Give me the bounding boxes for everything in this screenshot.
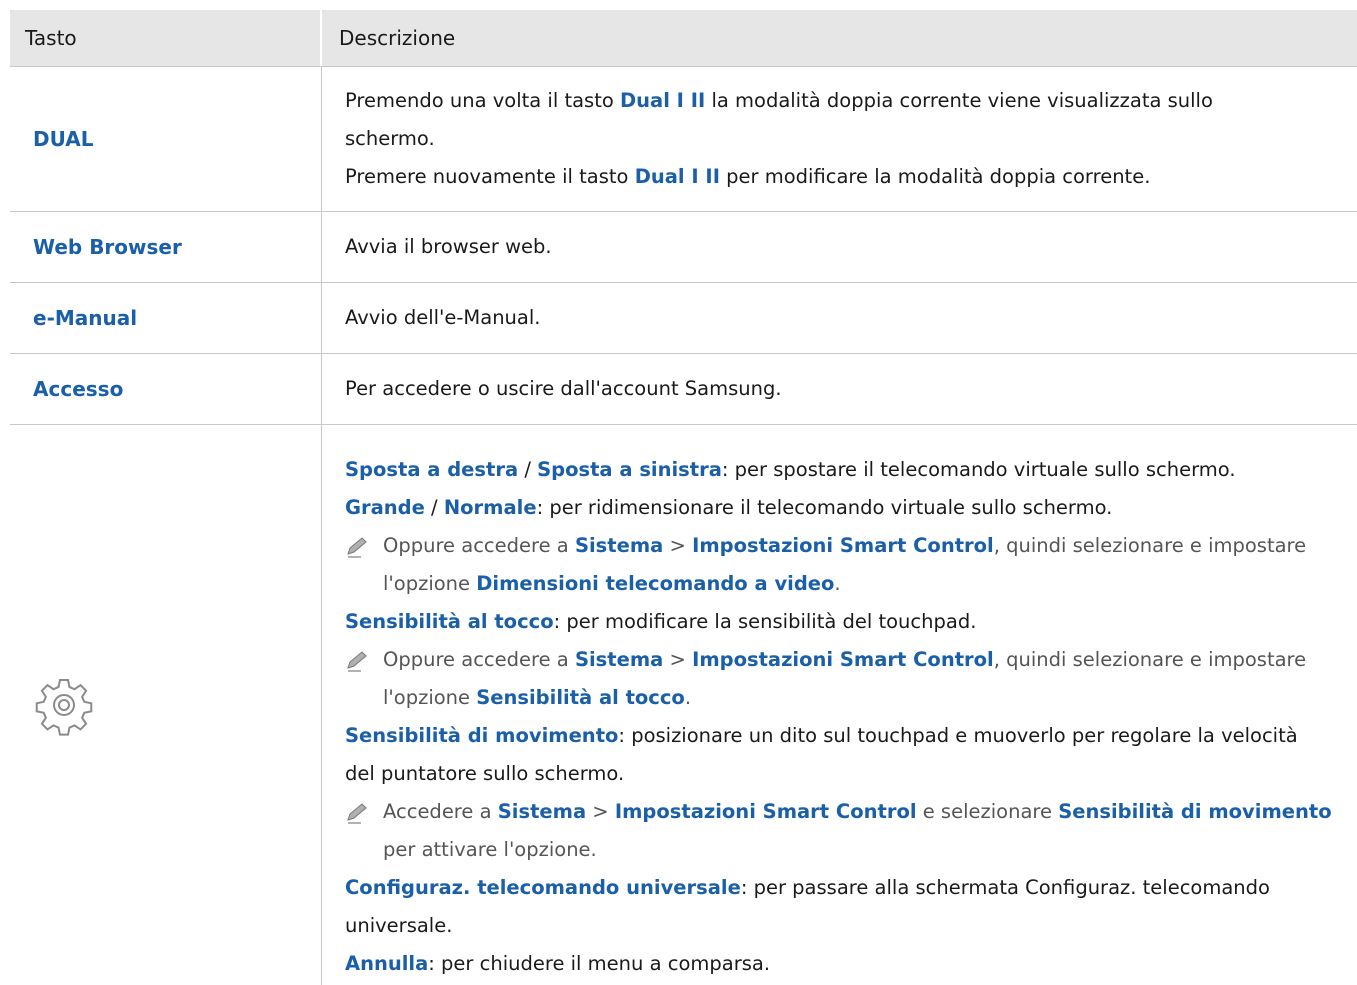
settings-size-line: Grande / Normale: per ridimensionare il … <box>345 496 1113 519</box>
key-description-table: Tasto Descrizione DUAL Premendo una volt… <box>10 10 1357 985</box>
gear-icon <box>35 679 93 736</box>
settings-motion-line: Sensibilità di movimento: posizionare un… <box>345 724 1298 747</box>
settings-motion-line2: del puntatore sullo schermo. <box>345 762 625 785</box>
header-description: Descrizione <box>339 26 456 50</box>
note-motion: Accedere a Sistema > Impostazioni Smart … <box>345 793 1357 831</box>
table-row-dual: DUAL Premendo una volta il tasto Dual I … <box>10 67 1357 212</box>
settings-cancel-line: Annulla: per chiudere il menu a comparsa… <box>345 952 771 975</box>
desc-dual-line2: schermo. <box>345 127 435 150</box>
settings-touch-line: Sensibilità al tocco: per modificare la … <box>345 610 977 633</box>
pencil-icon <box>345 793 383 831</box>
desc-dual-line3: Premere nuovamente il tasto Dual I II pe… <box>345 165 1151 188</box>
note-size-line2: l'opzione Dimensioni telecomando a video… <box>383 572 841 595</box>
note-motion-line2: per attivare l'opzione. <box>383 838 597 861</box>
settings-universal-line: Configuraz. telecomando universale: per … <box>345 876 1270 899</box>
desc-dual-line1: Premendo una volta il tasto Dual I II la… <box>345 89 1213 112</box>
table-header: Tasto Descrizione <box>10 10 1357 67</box>
key-accesso: Accesso <box>10 354 322 424</box>
desc-dual: Premendo una volta il tasto Dual I II la… <box>322 67 1357 211</box>
pencil-icon <box>345 527 383 565</box>
settings-universal-line2: universale. <box>345 914 453 937</box>
desc-accesso: Per accedere o uscire dall'account Samsu… <box>345 377 782 400</box>
table-row-accesso: Accesso Per accedere o uscire dall'accou… <box>10 354 1357 425</box>
key-web-browser: Web Browser <box>10 212 322 282</box>
note-touch-line2: l'opzione Sensibilità al tocco. <box>383 686 692 709</box>
key-e-manual: e-Manual <box>10 283 322 353</box>
key-dual: DUAL <box>10 67 322 211</box>
table-row-web-browser: Web Browser Avvia il browser web. <box>10 212 1357 283</box>
settings-move-line: Sposta a destra / Sposta a sinistra: per… <box>345 458 1236 481</box>
header-key: Tasto <box>10 10 322 66</box>
note-touch: Oppure accedere a Sistema > Impostazioni… <box>345 641 1357 679</box>
key-settings <box>10 425 322 985</box>
desc-settings: Sposta a destra / Sposta a sinistra: per… <box>322 425 1357 985</box>
desc-e-manual: Avvio dell'e-Manual. <box>345 306 541 329</box>
note-size: Oppure accedere a Sistema > Impostazioni… <box>345 527 1357 565</box>
table-row-e-manual: e-Manual Avvio dell'e-Manual. <box>10 283 1357 354</box>
pencil-icon <box>345 641 383 679</box>
table-row-settings: Sposta a destra / Sposta a sinistra: per… <box>10 425 1357 985</box>
desc-web-browser: Avvia il browser web. <box>345 235 552 258</box>
